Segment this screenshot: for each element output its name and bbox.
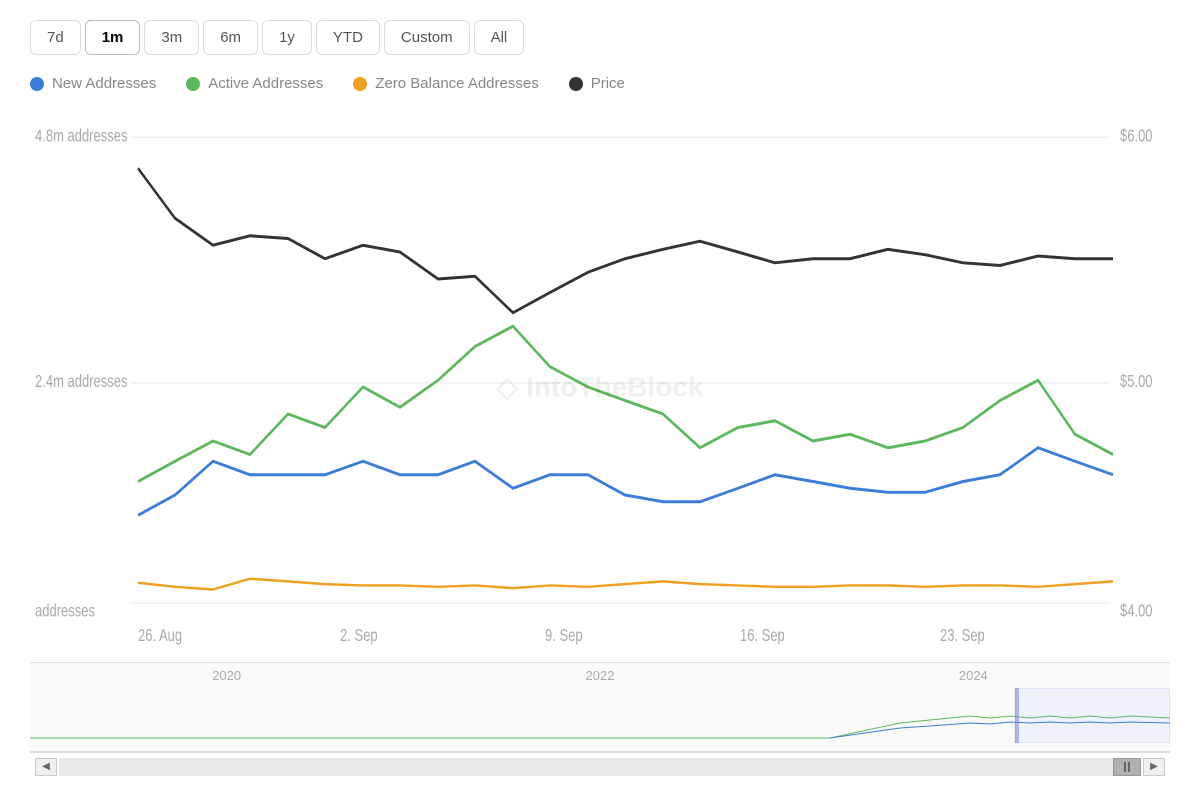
svg-text:4.8m addresses: 4.8m addresses bbox=[35, 127, 128, 146]
svg-text:2. Sep: 2. Sep bbox=[340, 626, 378, 645]
page-container: 7d1m3m6m1yYTDCustomAll New Addresses Acti… bbox=[0, 0, 1200, 800]
svg-text:2.4m addresses: 2.4m addresses bbox=[35, 372, 128, 391]
navigator-svg bbox=[30, 688, 1170, 743]
svg-text:26. Aug: 26. Aug bbox=[138, 626, 182, 645]
main-chart-svg: 4.8m addresses 2.4m addresses addresses … bbox=[30, 117, 1170, 657]
legend-label-new: New Addresses bbox=[52, 75, 156, 92]
time-btn-1y[interactable]: 1y bbox=[262, 20, 312, 55]
legend-dot-price bbox=[569, 77, 583, 91]
scrollbar: ◀ ▶ bbox=[30, 752, 1170, 780]
main-chart-area: ◇ IntoTheBlock 4.8m addresses 2.4m addre… bbox=[30, 117, 1170, 657]
svg-text:16. Sep: 16. Sep bbox=[740, 626, 785, 645]
time-btn-7d[interactable]: 7d bbox=[30, 20, 81, 55]
legend-dot-new bbox=[30, 77, 44, 91]
nav-label-2020: 2020 bbox=[212, 668, 241, 683]
time-btn-1m[interactable]: 1m bbox=[85, 20, 141, 55]
svg-text:23. Sep: 23. Sep bbox=[940, 626, 985, 645]
scroll-right-button[interactable]: ▶ bbox=[1143, 758, 1165, 776]
svg-text:9. Sep: 9. Sep bbox=[545, 626, 583, 645]
nav-label-2024: 2024 bbox=[959, 668, 988, 683]
nav-label-2022: 2022 bbox=[586, 668, 615, 683]
legend-item-zero: Zero Balance Addresses bbox=[353, 75, 538, 92]
navigator: 2020 2022 2024 bbox=[30, 662, 1170, 752]
time-range-selector: 7d1m3m6m1yYTDCustomAll bbox=[30, 20, 1170, 55]
svg-text:addresses: addresses bbox=[35, 602, 95, 621]
svg-text:$5.00: $5.00 bbox=[1120, 372, 1153, 391]
legend-item-new: New Addresses bbox=[30, 75, 156, 92]
time-btn-3m[interactable]: 3m bbox=[144, 20, 199, 55]
legend-dot-zero bbox=[353, 77, 367, 91]
time-btn-ytd[interactable]: YTD bbox=[316, 20, 380, 55]
chart-wrapper: ◇ IntoTheBlock 4.8m addresses 2.4m addre… bbox=[30, 117, 1170, 780]
svg-text:$4.00: $4.00 bbox=[1120, 602, 1153, 621]
time-btn-6m[interactable]: 6m bbox=[203, 20, 258, 55]
legend-item-price: Price bbox=[569, 75, 625, 92]
legend-label-price: Price bbox=[591, 75, 625, 92]
legend-item-active: Active Addresses bbox=[186, 75, 323, 92]
legend-label-active: Active Addresses bbox=[208, 75, 323, 92]
legend-dot-active bbox=[186, 77, 200, 91]
time-btn-all[interactable]: All bbox=[474, 20, 525, 55]
navigator-labels: 2020 2022 2024 bbox=[30, 663, 1170, 688]
scroll-track[interactable] bbox=[59, 758, 1141, 776]
scroll-thumb-grip bbox=[1124, 762, 1130, 772]
scroll-left-button[interactable]: ◀ bbox=[35, 758, 57, 776]
legend-label-zero: Zero Balance Addresses bbox=[375, 75, 538, 92]
time-btn-custom[interactable]: Custom bbox=[384, 20, 470, 55]
chart-legend: New Addresses Active Addresses Zero Balanc… bbox=[30, 75, 1170, 92]
scroll-thumb[interactable] bbox=[1113, 758, 1141, 776]
svg-text:$6.00: $6.00 bbox=[1120, 127, 1153, 146]
